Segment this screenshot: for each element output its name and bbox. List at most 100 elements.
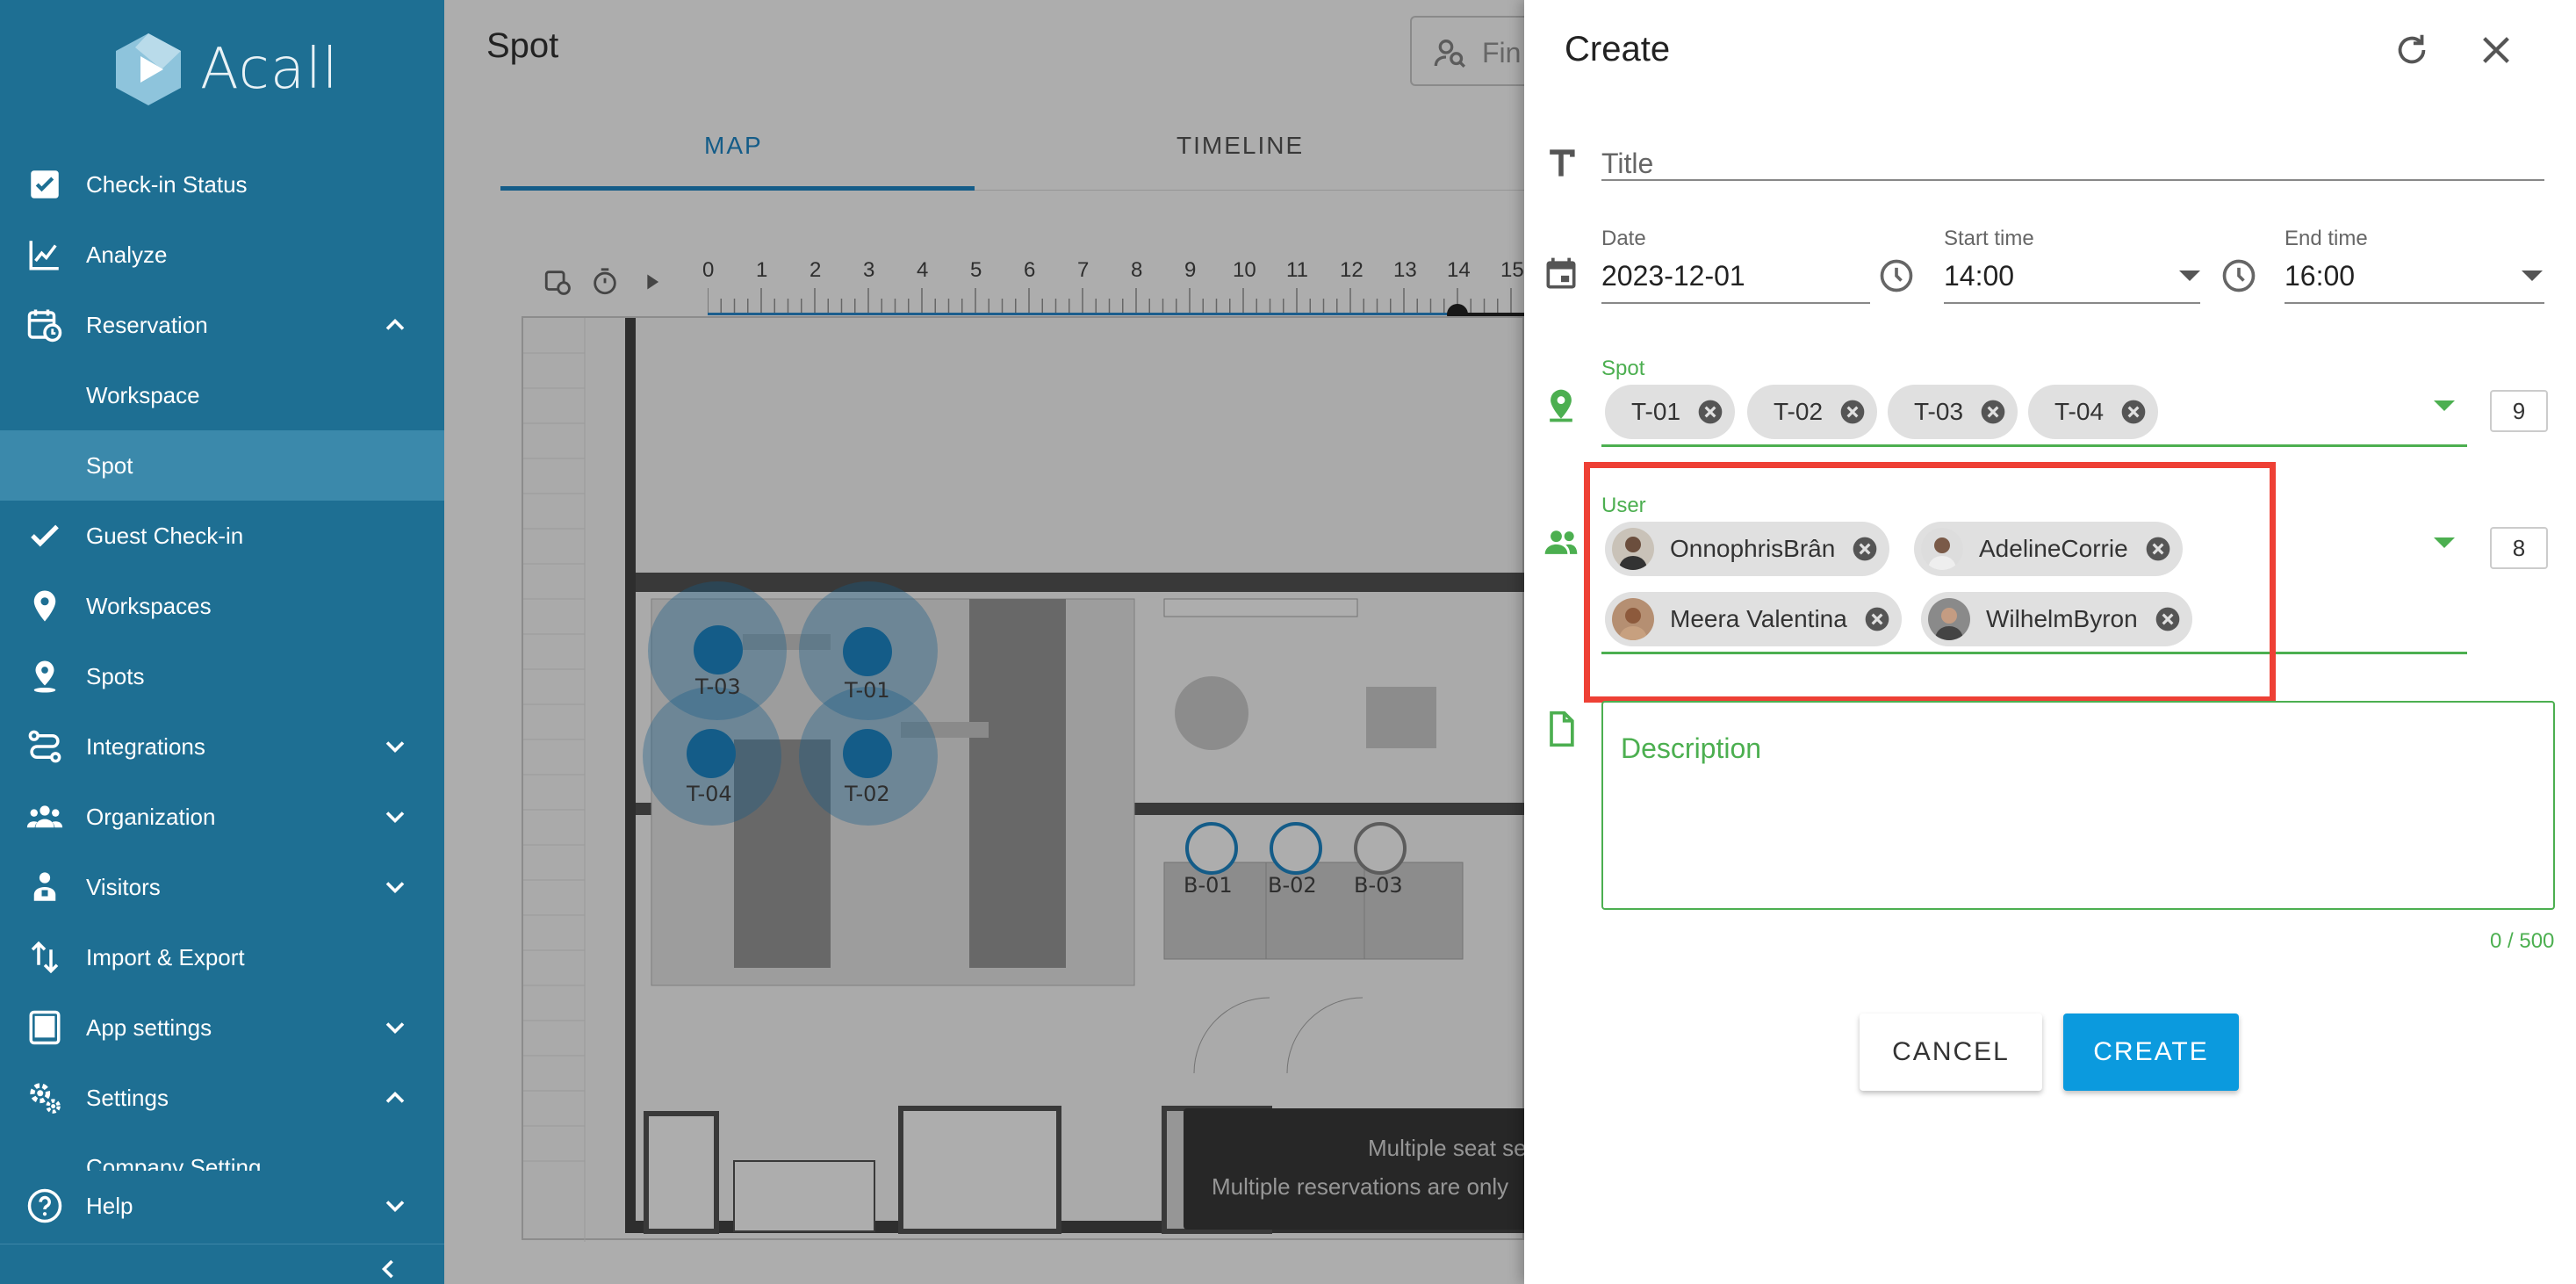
- start-time-select[interactable]: 14:00: [1944, 260, 2014, 292]
- location-person-icon: [25, 656, 65, 696]
- end-time-select[interactable]: 16:00: [2285, 260, 2355, 292]
- chevron-down-icon[interactable]: [2434, 400, 2455, 411]
- modal-backdrop[interactable]: [444, 0, 1524, 1284]
- check-icon: [25, 516, 65, 556]
- sidebar-item-label: Organization: [86, 803, 216, 830]
- calendar-icon: [1546, 257, 1576, 289]
- clock-icon: [2222, 259, 2256, 292]
- chevron-up-icon[interactable]: [379, 1082, 411, 1114]
- integrations-icon: [25, 726, 65, 767]
- date-underline: [1601, 302, 1870, 304]
- spot-chip[interactable]: T-03: [1888, 385, 2018, 439]
- chevron-down-icon[interactable]: [379, 731, 411, 762]
- start-time-underline: [1944, 302, 2200, 304]
- line-chart-icon: [25, 234, 65, 275]
- cancel-button[interactable]: CANCEL: [1860, 1013, 2042, 1091]
- sidebar-item-label: Import & Export: [86, 943, 245, 970]
- chevron-down-icon[interactable]: [379, 801, 411, 833]
- clock-icon: [1880, 259, 1913, 292]
- help-icon: [25, 1186, 65, 1226]
- calendar-clock-icon: [25, 305, 65, 345]
- checkbox-icon: [25, 164, 65, 205]
- chevron-down-icon[interactable]: [379, 1012, 411, 1043]
- sidebar-item-label: Spots: [86, 662, 145, 689]
- app-logo[interactable]: Acall: [109, 30, 339, 109]
- sidebar-item-label: Integrations: [86, 732, 205, 760]
- sidebar-footer: [0, 1244, 444, 1284]
- sidebar-item-spots[interactable]: Spots: [0, 641, 444, 711]
- sidebar-item-workspaces[interactable]: Workspaces: [0, 571, 444, 641]
- date-input[interactable]: 2023-12-01: [1601, 260, 1745, 292]
- sidebar-item-workspace[interactable]: Workspace: [0, 360, 444, 430]
- chevron-down-icon[interactable]: [2522, 271, 2543, 281]
- sidebar-item-check-in-status[interactable]: Check-in Status: [0, 149, 444, 220]
- spot-underline: [1601, 444, 2467, 447]
- import-export-icon: [25, 937, 65, 977]
- visitor-icon: [25, 867, 65, 907]
- sidebar-item-analyze[interactable]: Analyze: [0, 220, 444, 290]
- description-textarea[interactable]: Description: [1601, 701, 2555, 910]
- location-pin-icon: [1550, 389, 1572, 422]
- end-time-underline: [2285, 302, 2544, 304]
- spot-chip[interactable]: T-04: [2028, 385, 2159, 439]
- description-counter: 0 / 500: [2490, 929, 2555, 953]
- sidebar-item-label: Workspace: [86, 381, 200, 408]
- tablet-icon: [25, 1007, 65, 1048]
- chevron-left-icon[interactable]: [372, 1253, 404, 1284]
- spot-label: Spot: [1601, 357, 1645, 380]
- sidebar-item-app-settings[interactable]: App settings: [0, 992, 444, 1063]
- sidebar-item-label: App settings: [86, 1013, 212, 1041]
- sidebar-item-label: Reservation: [86, 311, 208, 338]
- end-time-label: End time: [2285, 227, 2368, 250]
- chevron-down-icon[interactable]: [379, 871, 411, 903]
- chevron-down-icon[interactable]: [379, 1190, 411, 1222]
- sidebar-item-reservation[interactable]: Reservation: [0, 290, 444, 360]
- chevron-up-icon[interactable]: [379, 309, 411, 341]
- sidebar-item-help[interactable]: Help: [0, 1171, 444, 1241]
- sidebar-item-label: Visitors: [86, 873, 161, 900]
- app-name: Acall: [200, 37, 339, 102]
- sidebar-item-integrations[interactable]: Integrations: [0, 711, 444, 782]
- location-pin-icon: [25, 586, 65, 626]
- group-icon: [1544, 530, 1578, 554]
- sidebar-item-company-setting[interactable]: Company Setting: [0, 1131, 444, 1173]
- sidebar-item-settings[interactable]: Settings: [0, 1063, 444, 1133]
- sidebar-item-label: Workspaces: [86, 592, 212, 619]
- description-placeholder: Description: [1621, 732, 1762, 764]
- title-input[interactable]: Title: [1601, 148, 1653, 180]
- chip-label: T-04: [2054, 398, 2105, 425]
- date-label: Date: [1601, 227, 1646, 250]
- sidebar-item-label: Guest Check-in: [86, 522, 244, 549]
- document-icon: [1550, 711, 1574, 747]
- gears-icon: [25, 1078, 65, 1118]
- chevron-down-icon[interactable]: [2434, 537, 2455, 548]
- remove-chip-icon[interactable]: [1838, 398, 1867, 426]
- spot-chip[interactable]: T-02: [1747, 385, 1878, 439]
- remove-chip-icon[interactable]: [1696, 398, 1724, 426]
- sidebar-item-label: Settings: [86, 1084, 169, 1111]
- sidebar-item-label: Spot: [86, 451, 133, 479]
- group-icon: [25, 797, 65, 837]
- sidebar-item-label: Check-in Status: [86, 170, 248, 198]
- refresh-icon[interactable]: [2392, 30, 2432, 70]
- chevron-down-icon[interactable]: [2179, 271, 2200, 281]
- chip-label: T-01: [1631, 398, 1681, 425]
- chip-label: T-03: [1914, 398, 1964, 425]
- sidebar-item-import-export[interactable]: Import & Export: [0, 922, 444, 992]
- sidebar-item-label: Analyze: [86, 241, 168, 268]
- user-field-highlight: [1584, 462, 2276, 703]
- user-count: 8: [2490, 527, 2548, 569]
- start-time-label: Start time: [1944, 227, 2034, 250]
- remove-chip-icon[interactable]: [1979, 398, 2007, 426]
- sidebar-item-spot[interactable]: Spot: [0, 430, 444, 501]
- create-button[interactable]: CREATE: [2063, 1013, 2239, 1091]
- spot-chip[interactable]: T-01: [1605, 385, 1736, 439]
- sidebar-item-visitors[interactable]: Visitors: [0, 852, 444, 922]
- title-underline: [1601, 179, 2544, 181]
- acall-logo-icon: [116, 33, 181, 105]
- sidebar-item-organization[interactable]: Organization: [0, 782, 444, 852]
- sidebar-item-guest-check-in[interactable]: Guest Check-in: [0, 501, 444, 571]
- remove-chip-icon[interactable]: [2119, 398, 2148, 426]
- close-icon[interactable]: [2476, 30, 2516, 70]
- text-icon: [1550, 149, 1575, 177]
